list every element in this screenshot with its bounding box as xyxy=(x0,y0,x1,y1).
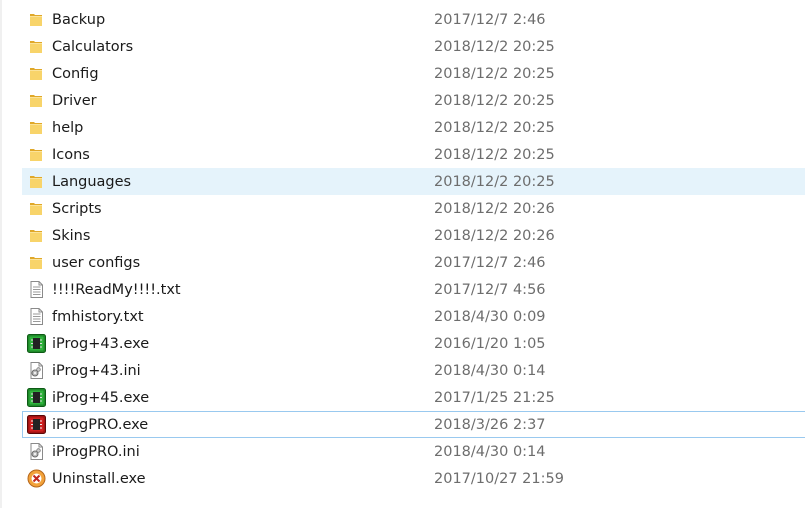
file-name: !!!!ReadMy!!!!.txt xyxy=(52,282,181,298)
file-row[interactable]: Uninstall.exe 2017/10/27 21:59 xyxy=(22,465,805,492)
chip-green-icon xyxy=(27,334,46,353)
file-date-modified: 2017/12/7 2:46 xyxy=(434,12,546,28)
file-date-modified: 2018/12/2 20:25 xyxy=(434,147,555,163)
file-date-modified: 2017/10/27 21:59 xyxy=(434,471,564,487)
file-name: iProg+45.exe xyxy=(52,390,150,406)
file-row[interactable]: user configs 2017/12/7 2:46 xyxy=(22,249,805,276)
file-date-modified: 2018/12/2 20:25 xyxy=(434,93,555,109)
file-date-modified: 2018/12/2 20:25 xyxy=(434,120,555,136)
file-row[interactable]: help 2018/12/2 20:25 xyxy=(22,114,805,141)
file-row[interactable]: Backup 2017/12/7 2:46 xyxy=(22,6,805,33)
file-date-modified: 2018/12/2 20:26 xyxy=(434,201,555,217)
folder-icon xyxy=(27,253,46,272)
file-name: Scripts xyxy=(52,201,102,217)
file-date-modified: 2018/12/2 20:25 xyxy=(434,39,555,55)
folder-icon xyxy=(27,37,46,56)
folder-icon xyxy=(27,64,46,83)
file-row[interactable]: iProg+43.ini 2018/4/30 0:14 xyxy=(22,357,805,384)
folder-icon xyxy=(27,91,46,110)
text-file-icon xyxy=(27,280,46,299)
file-name: iProgPRO.ini xyxy=(52,444,140,460)
file-row[interactable]: Scripts 2018/12/2 20:26 xyxy=(22,195,805,222)
file-row[interactable]: iProg+43.exe 2016/1/20 1:05 xyxy=(22,330,805,357)
file-row[interactable]: iProg+45.exe 2017/1/25 21:25 xyxy=(22,384,805,411)
file-name: Backup xyxy=(52,12,106,28)
file-date-modified: 2017/12/7 4:56 xyxy=(434,282,546,298)
file-name: Driver xyxy=(52,93,97,109)
file-date-modified: 2017/12/7 2:46 xyxy=(434,255,546,271)
file-row[interactable]: Calculators 2018/12/2 20:25 xyxy=(22,33,805,60)
file-row[interactable]: iProgPRO.ini 2018/4/30 0:14 xyxy=(22,438,805,465)
file-list: Backup 2017/12/7 2:46 Calculators 2018/12/… xyxy=(0,0,805,508)
file-name: user configs xyxy=(52,255,141,271)
folder-icon xyxy=(27,10,46,29)
file-row[interactable]: iProgPRO.exe 2018/3/26 2:37 xyxy=(22,411,805,438)
file-row[interactable]: fmhistory.txt 2018/4/30 0:09 xyxy=(22,303,805,330)
file-name: iProg+43.ini xyxy=(52,363,141,379)
file-row[interactable]: Skins 2018/12/2 20:26 xyxy=(22,222,805,249)
file-date-modified: 2017/1/25 21:25 xyxy=(434,390,555,406)
file-name: iProg+43.exe xyxy=(52,336,150,352)
file-date-modified: 2018/4/30 0:09 xyxy=(434,309,546,325)
folder-icon xyxy=(27,118,46,137)
file-row[interactable]: Languages 2018/12/2 20:25 xyxy=(22,168,805,195)
folder-icon xyxy=(27,226,46,245)
file-date-modified: 2018/12/2 20:25 xyxy=(434,66,555,82)
file-name: iProgPRO.exe xyxy=(52,417,149,433)
file-name: help xyxy=(52,120,84,136)
text-file-icon xyxy=(27,307,46,326)
file-row[interactable]: Config 2018/12/2 20:25 xyxy=(22,60,805,87)
file-name: fmhistory.txt xyxy=(52,309,144,325)
chip-red-icon xyxy=(27,415,46,434)
file-date-modified: 2016/1/20 1:05 xyxy=(434,336,546,352)
folder-icon xyxy=(27,172,46,191)
file-name: Uninstall.exe xyxy=(52,471,146,487)
file-date-modified: 2018/12/2 20:26 xyxy=(434,228,555,244)
file-name: Skins xyxy=(52,228,91,244)
file-date-modified: 2018/4/30 0:14 xyxy=(434,444,546,460)
file-date-modified: 2018/3/26 2:37 xyxy=(434,417,546,433)
file-date-modified: 2018/4/30 0:14 xyxy=(434,363,546,379)
file-date-modified: 2018/12/2 20:25 xyxy=(434,174,555,190)
file-row[interactable]: Icons 2018/12/2 20:25 xyxy=(22,141,805,168)
settings-file-icon xyxy=(27,361,46,380)
file-name: Icons xyxy=(52,147,90,163)
uninstall-icon xyxy=(27,469,46,488)
folder-icon xyxy=(27,199,46,218)
file-name: Config xyxy=(52,66,99,82)
folder-icon xyxy=(27,145,46,164)
chip-green-icon xyxy=(27,388,46,407)
file-row[interactable]: !!!!ReadMy!!!!.txt 2017/12/7 4:56 xyxy=(22,276,805,303)
file-name: Languages xyxy=(52,174,132,190)
settings-file-icon xyxy=(27,442,46,461)
pane-edge xyxy=(0,0,2,508)
file-row[interactable]: Driver 2018/12/2 20:25 xyxy=(22,87,805,114)
file-name: Calculators xyxy=(52,39,134,55)
file-rows: Backup 2017/12/7 2:46 Calculators 2018/12/… xyxy=(22,6,805,492)
